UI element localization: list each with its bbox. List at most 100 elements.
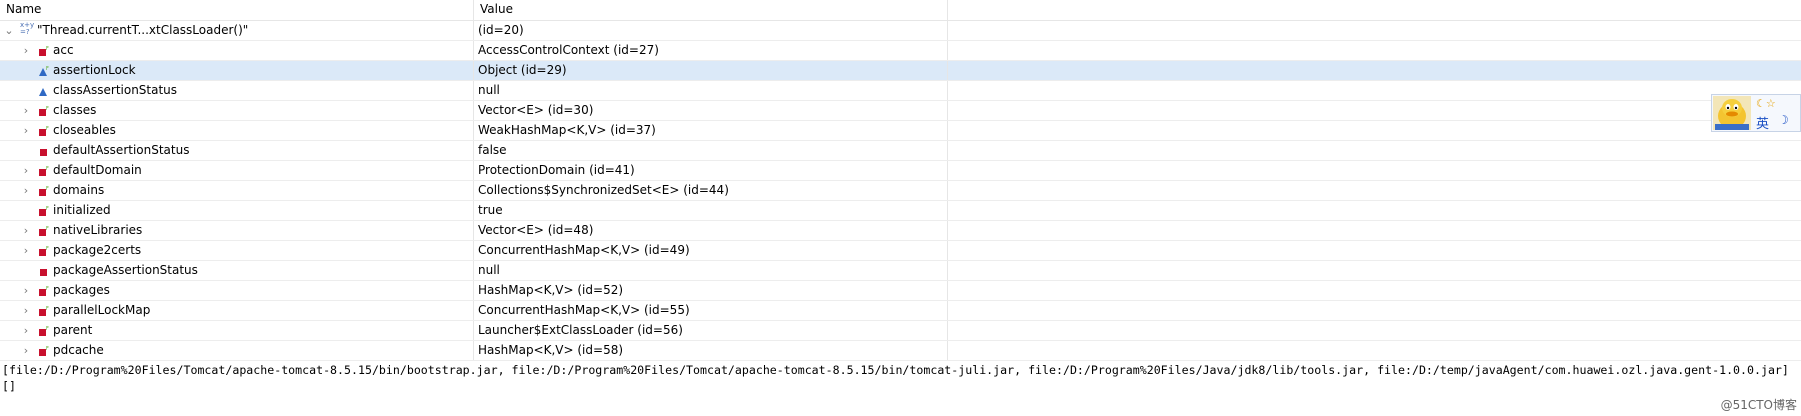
chevron-right-icon[interactable]: › — [20, 321, 32, 340]
variable-name: initialized — [53, 203, 111, 217]
name-cell: › Fpackages — [0, 281, 474, 300]
svg-text:F: F — [46, 186, 49, 192]
name-cell: ⌄ x+y =? "Thread.currentT...xtClassLoader… — [0, 21, 474, 40]
name-cell: › Fpdcache — [0, 341, 474, 360]
svg-text:F: F — [46, 226, 49, 232]
tree-row[interactable]: › FparallelLockMap ConcurrentHashMap<K,V> … — [0, 301, 1801, 321]
console-line: [] — [2, 379, 16, 393]
duck-mascot-icon — [1713, 96, 1751, 130]
variable-name: package2certs — [53, 243, 142, 257]
variable-name: classAssertionStatus — [53, 83, 178, 97]
name-cell: packageAssertionStatus — [0, 261, 474, 280]
variable-name: classes — [53, 103, 97, 117]
watermark: @51CTO博客 — [1720, 398, 1797, 412]
svg-text:F: F — [46, 66, 49, 72]
chevron-right-icon[interactable]: › — [20, 161, 32, 180]
variable-name: defaultDomain — [53, 163, 142, 177]
variable-name: parallelLockMap — [53, 303, 151, 317]
tree-row[interactable]: › Fpdcache HashMap<K,V> (id=58) — [0, 341, 1801, 361]
variable-name: closeables — [53, 123, 116, 137]
svg-text:F: F — [46, 246, 49, 252]
value-cell: ConcurrentHashMap<K,V> (id=49) — [474, 241, 948, 260]
chevron-right-icon[interactable]: › — [20, 221, 32, 240]
variables-table: Name Value ⌄ x+y =? "Thread.currentT...xt… — [0, 0, 1801, 361]
name-cell: › Fcloseables — [0, 121, 474, 140]
tree-row[interactable]: › Fpackages HashMap<K,V> (id=52) — [0, 281, 1801, 301]
name-cell: › Facc — [0, 41, 474, 60]
value-cell: false — [474, 141, 948, 160]
moon-icon[interactable]: ☽ — [1778, 113, 1789, 127]
value-cell: WeakHashMap<K,V> (id=37) — [474, 121, 948, 140]
variable-name: pdcache — [53, 343, 104, 357]
value-cell: HashMap<K,V> (id=58) — [474, 341, 948, 360]
value-cell: true — [474, 201, 948, 220]
value-cell: Vector<E> (id=48) — [474, 221, 948, 240]
svg-text:F: F — [46, 166, 49, 172]
svg-text:F: F — [46, 206, 49, 212]
name-cell: › Fparent — [0, 321, 474, 340]
ime-toolbar[interactable]: ☾☆ 英 ☽ — [1711, 94, 1801, 132]
console-line: [file:/D:/Program%20Files/Tomcat/apache-… — [2, 363, 1789, 377]
tree-row[interactable]: FassertionLock Object (id=29) — [0, 61, 1801, 81]
chevron-right-icon[interactable]: › — [20, 341, 32, 360]
moon-star-icon[interactable]: ☾☆ — [1756, 97, 1776, 110]
ime-language-toggle[interactable]: 英 — [1756, 113, 1769, 132]
variable-name: acc — [53, 43, 74, 57]
variable-name: defaultAssertionStatus — [53, 143, 190, 157]
watch-expression-icon: x+y =? — [20, 21, 35, 36]
value-cell: (id=20) — [474, 21, 948, 40]
tree-row[interactable]: Finitialized true — [0, 201, 1801, 221]
tree-row[interactable]: › Fparent Launcher$ExtClassLoader (id=56) — [0, 321, 1801, 341]
chevron-right-icon[interactable]: › — [20, 241, 32, 260]
chevron-right-icon[interactable]: › — [20, 281, 32, 300]
name-cell: › FparallelLockMap — [0, 301, 474, 320]
tree-root-row[interactable]: ⌄ x+y =? "Thread.currentT...xtClassLoader… — [0, 21, 1801, 41]
svg-text:F: F — [46, 326, 49, 332]
value-cell: ConcurrentHashMap<K,V> (id=55) — [474, 301, 948, 320]
variable-name: parent — [53, 323, 93, 337]
column-header-name[interactable]: Name — [0, 0, 474, 20]
svg-text:F: F — [46, 346, 49, 352]
tree-row[interactable]: › Fpackage2certs ConcurrentHashMap<K,V> (i… — [0, 241, 1801, 261]
tree-row[interactable]: › FdefaultDomain ProtectionDomain (id=41) — [0, 161, 1801, 181]
column-header-value[interactable]: Value — [474, 0, 948, 20]
name-cell: › Fclasses — [0, 101, 474, 120]
name-cell: › Fdomains — [0, 181, 474, 200]
name-cell: › Fpackage2certs — [0, 241, 474, 260]
value-cell: Vector<E> (id=30) — [474, 101, 948, 120]
value-cell: Collections$SynchronizedSet<E> (id=44) — [474, 181, 948, 200]
svg-text:F: F — [46, 126, 49, 132]
svg-text:F: F — [46, 46, 49, 52]
chevron-right-icon[interactable]: › — [20, 301, 32, 320]
tree-row[interactable]: › Facc AccessControlContext (id=27) — [0, 41, 1801, 61]
chevron-right-icon[interactable]: › — [20, 101, 32, 120]
value-cell: HashMap<K,V> (id=52) — [474, 281, 948, 300]
value-cell: Object (id=29) — [474, 61, 948, 80]
tree-row[interactable]: defaultAssertionStatus false — [0, 141, 1801, 161]
tree-row[interactable]: packageAssertionStatus null — [0, 261, 1801, 281]
tree-row[interactable]: › Fdomains Collections$SynchronizedSet<E> … — [0, 181, 1801, 201]
value-cell: null — [474, 261, 948, 280]
value-cell: null — [474, 81, 948, 100]
variable-name: assertionLock — [53, 63, 136, 77]
tree-rows: ⌄ x+y =? "Thread.currentT...xtClassLoader… — [0, 21, 1801, 361]
name-cell: › FnativeLibraries — [0, 221, 474, 240]
tree-row[interactable]: › Fclasses Vector<E> (id=30) — [0, 101, 1801, 121]
tree-row[interactable]: classAssertionStatus null — [0, 81, 1801, 101]
name-cell: defaultAssertionStatus — [0, 141, 474, 160]
value-cell: Launcher$ExtClassLoader (id=56) — [474, 321, 948, 340]
name-cell: › FdefaultDomain — [0, 161, 474, 180]
tree-row[interactable]: › Fcloseables WeakHashMap<K,V> (id=37) — [0, 121, 1801, 141]
chevron-right-icon[interactable]: › — [20, 41, 32, 60]
chevron-right-icon[interactable]: › — [20, 121, 32, 140]
variable-name: packages — [53, 283, 110, 297]
tree-row[interactable]: › FnativeLibraries Vector<E> (id=48) — [0, 221, 1801, 241]
value-cell: ProtectionDomain (id=41) — [474, 161, 948, 180]
variable-name: nativeLibraries — [53, 223, 143, 237]
name-cell: Finitialized — [0, 201, 474, 220]
chevron-down-icon[interactable]: ⌄ — [3, 21, 15, 40]
svg-text:F: F — [46, 286, 49, 292]
chevron-right-icon[interactable]: › — [20, 181, 32, 200]
name-cell: classAssertionStatus — [0, 81, 474, 100]
value-cell: AccessControlContext (id=27) — [474, 41, 948, 60]
